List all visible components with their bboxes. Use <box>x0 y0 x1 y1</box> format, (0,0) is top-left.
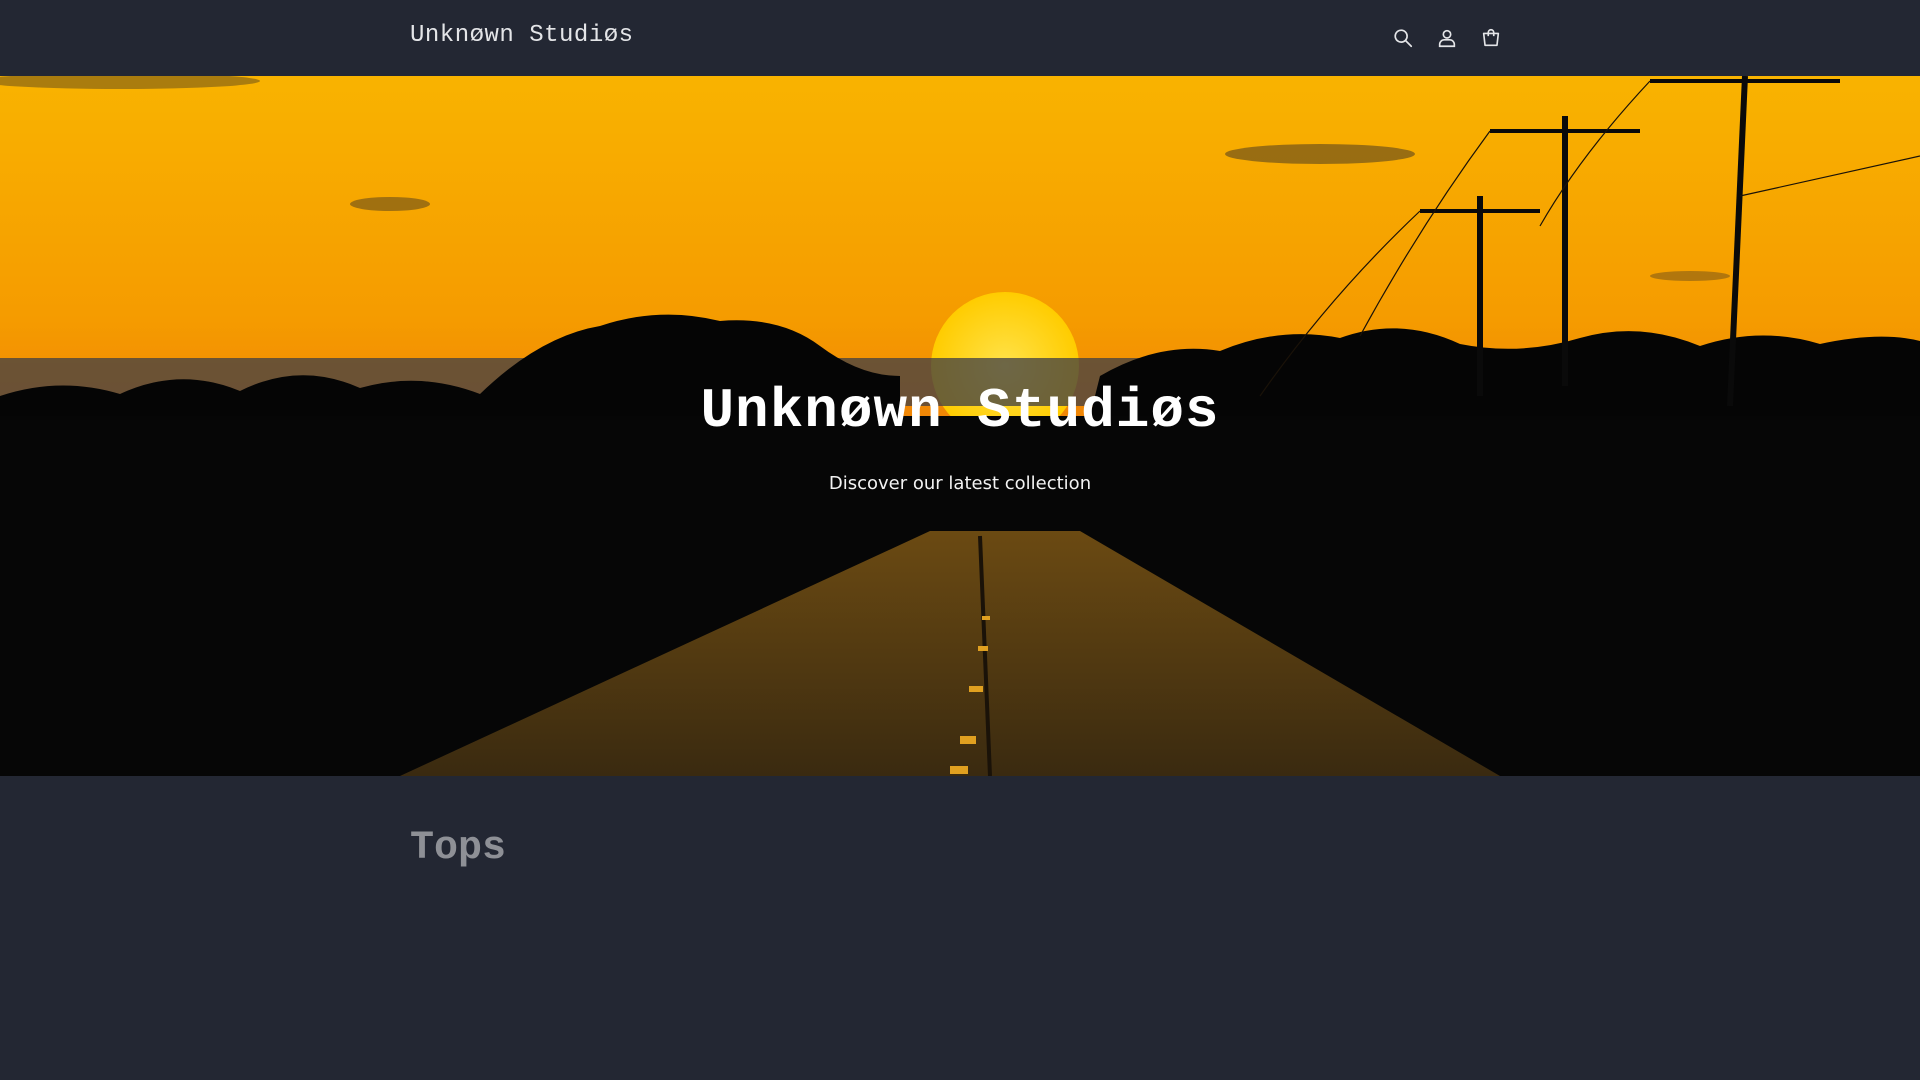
header-icons <box>1390 24 1504 52</box>
search-icon <box>1394 29 1413 48</box>
site-header: Unknøwn Studiøs <box>0 0 1920 76</box>
search-button[interactable] <box>1390 24 1416 52</box>
hero-banner: Unknøwn Studiøs Discover our latest coll… <box>0 76 1920 776</box>
hero-title: Unknøwn Studiøs <box>700 379 1220 443</box>
collection-title: Tops <box>410 826 507 871</box>
hero-subtitle: Discover our latest collection <box>828 473 1092 494</box>
account-button[interactable] <box>1434 24 1460 52</box>
cart-button[interactable] <box>1478 24 1504 52</box>
logo-link[interactable]: Unknøwn Studiøs <box>410 22 634 49</box>
account-icon <box>1438 29 1456 48</box>
cart-icon <box>1482 28 1500 47</box>
